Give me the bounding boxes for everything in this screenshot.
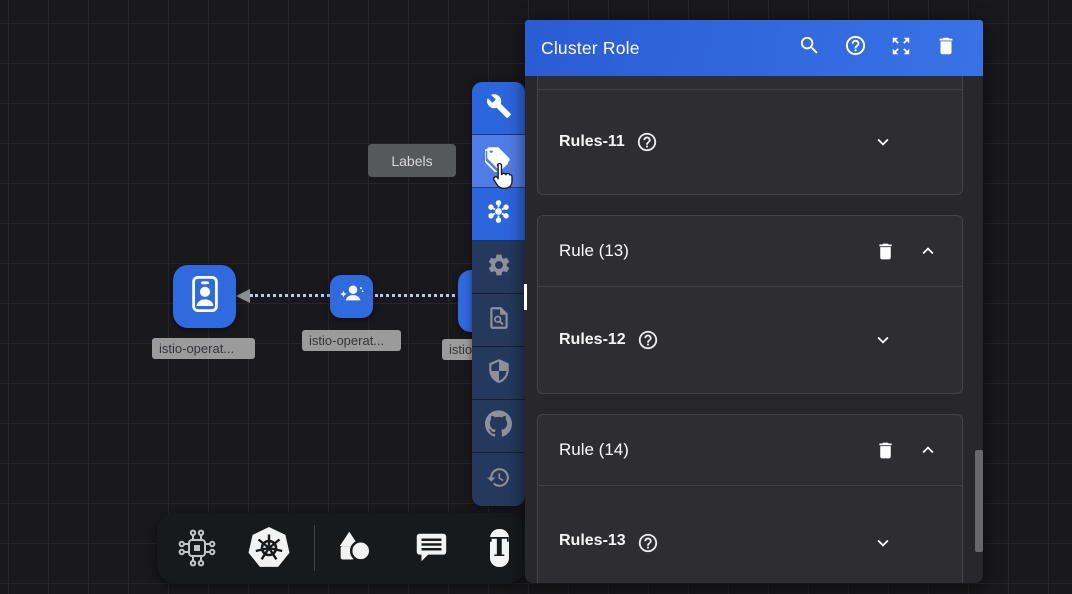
rule-card: Rules-11 xyxy=(537,76,963,195)
chevron-down-icon[interactable] xyxy=(872,532,894,554)
toolbar-divider xyxy=(314,525,315,571)
shield-icon xyxy=(486,358,512,389)
trash-icon[interactable] xyxy=(935,35,957,62)
mesh-hub-icon xyxy=(485,198,512,230)
rule-card: Rule (13) Rules-12 xyxy=(537,215,963,394)
service-account-icon xyxy=(336,278,368,315)
history-button[interactable] xyxy=(472,453,525,506)
expand-icon[interactable] xyxy=(890,35,912,62)
node-service-account[interactable] xyxy=(330,275,373,318)
wrench-icon xyxy=(486,93,512,124)
panel-header: Cluster Role xyxy=(525,20,983,76)
id-badge-icon xyxy=(184,273,226,320)
rule-header[interactable]: Rule (13) xyxy=(538,216,962,286)
trash-icon[interactable] xyxy=(875,440,896,461)
panel-scroll-area[interactable]: Rules-11 Rule (13) xyxy=(525,76,983,583)
chevron-down-icon[interactable] xyxy=(872,131,894,153)
bottom-toolbar: T xyxy=(157,513,527,583)
settings-gear-icon xyxy=(486,252,512,283)
rules-label: Rules-11 xyxy=(559,133,625,151)
rules-label: Rules-13 xyxy=(559,532,626,550)
rules-label: Rules-12 xyxy=(559,331,626,349)
cluster-role-panel: Cluster Role xyxy=(525,20,983,583)
node-label: istio-operat... xyxy=(302,330,401,351)
trash-icon[interactable] xyxy=(875,241,896,262)
node-label: istio-operat... xyxy=(152,338,255,359)
rules-row: Rules-13 xyxy=(538,486,962,583)
help-icon[interactable] xyxy=(844,34,867,62)
panel-title: Cluster Role xyxy=(541,38,640,59)
scan-document-button[interactable] xyxy=(472,294,525,347)
help-outline-icon[interactable] xyxy=(636,131,658,153)
rule-header[interactable]: Rule (14) xyxy=(538,415,962,485)
scan-document-icon xyxy=(486,305,512,336)
edge-arrowhead xyxy=(236,289,250,303)
rules-row: Rules-12 xyxy=(538,287,962,393)
rules-row: Rules-11 xyxy=(538,90,962,194)
search-icon[interactable] xyxy=(798,34,821,62)
rule-card: Rule (14) Rules-13 xyxy=(537,414,963,583)
panel-left-scroll-indicator[interactable] xyxy=(524,284,527,310)
help-outline-icon[interactable] xyxy=(637,532,659,554)
topology-icon[interactable] xyxy=(175,526,219,570)
comment-icon[interactable] xyxy=(412,529,450,567)
text-tool-button[interactable]: T xyxy=(490,529,509,567)
vertical-toolbar xyxy=(472,82,525,506)
node-cluster-role[interactable] xyxy=(173,265,236,328)
tooltip-labels: Labels xyxy=(368,144,456,177)
chevron-up-icon[interactable] xyxy=(917,240,939,262)
chevron-down-icon[interactable] xyxy=(872,329,894,351)
edge-dotted-1 xyxy=(250,294,330,297)
canvas[interactable]: istio-operat... istio-operat... istio xyxy=(0,0,1072,594)
help-outline-icon[interactable] xyxy=(637,329,659,351)
mesh-tool-button[interactable] xyxy=(472,188,525,241)
card-header-clipped[interactable] xyxy=(538,76,962,89)
rule-title: Rule (13) xyxy=(559,241,629,261)
wrench-tool-button[interactable] xyxy=(472,82,525,135)
history-icon xyxy=(486,465,511,495)
settings-button[interactable] xyxy=(472,241,525,294)
rule-title: Rule (14) xyxy=(559,440,629,460)
kubernetes-icon[interactable] xyxy=(246,525,292,571)
shapes-icon[interactable] xyxy=(334,527,376,569)
mouse-cursor-pointer xyxy=(486,162,516,192)
panel-scrollbar[interactable] xyxy=(975,450,983,552)
chevron-up-icon[interactable] xyxy=(917,439,939,461)
github-icon xyxy=(485,410,512,442)
security-button[interactable] xyxy=(472,347,525,400)
github-button[interactable] xyxy=(472,400,525,453)
